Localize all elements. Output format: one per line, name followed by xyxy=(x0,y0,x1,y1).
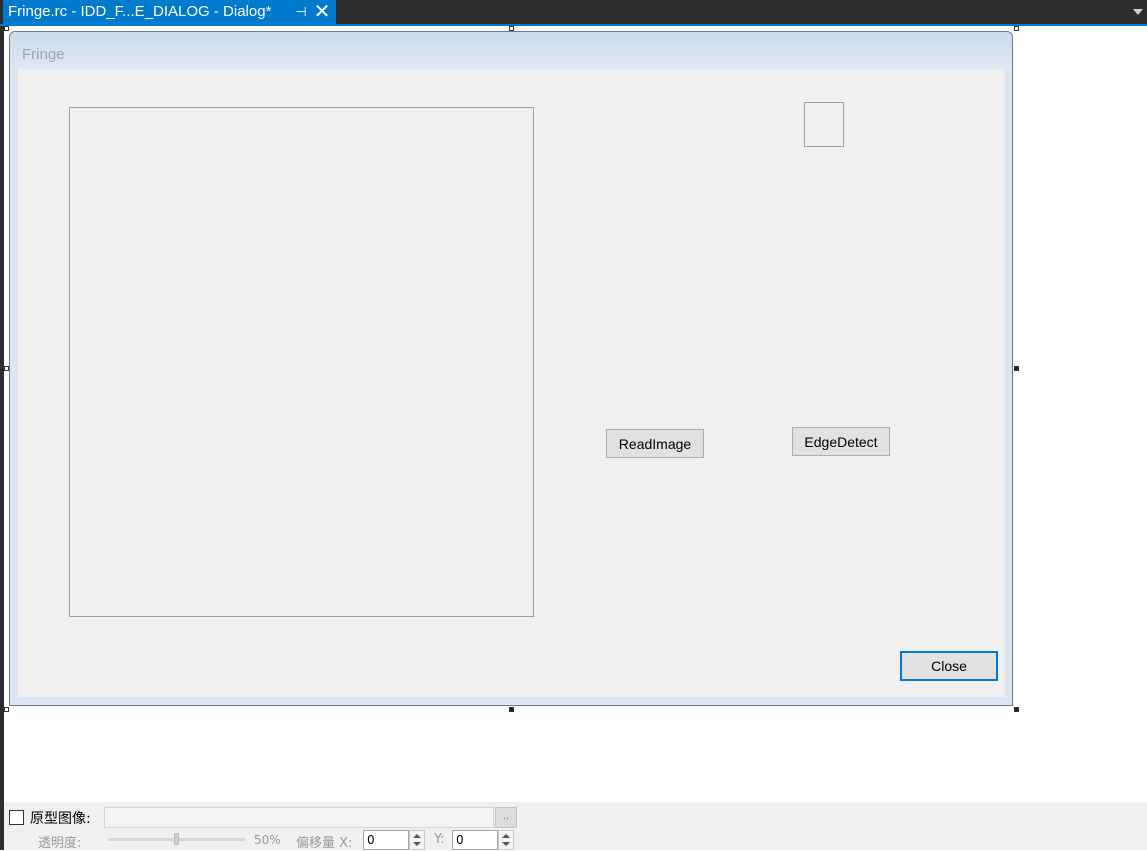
resize-handle-bottom-right[interactable] xyxy=(1014,707,1019,712)
resize-handle-bottom-left[interactable] xyxy=(4,707,9,712)
spin-up-icon[interactable] xyxy=(502,834,510,838)
resize-handle-bottom[interactable] xyxy=(509,707,514,712)
close-button[interactable]: Close xyxy=(900,651,998,681)
tab-strip-accent xyxy=(0,24,1147,26)
opacity-value: 50% xyxy=(254,833,281,847)
spin-up-icon[interactable] xyxy=(413,834,421,838)
offset-x-spinner[interactable] xyxy=(409,830,425,850)
browse-button[interactable]: .. xyxy=(495,807,517,828)
document-tab-title: Fringe.rc - IDD_F...E_DIALOG - Dialog* xyxy=(8,3,272,20)
pin-icon[interactable]: ⊣ xyxy=(292,0,310,24)
dialog-titlebar: Fringe xyxy=(10,32,1012,69)
editor-left-edge xyxy=(0,26,4,850)
document-tab-strip: Fringe.rc - IDD_F...E_DIALOG - Dialog* ⊣… xyxy=(0,0,1147,26)
tab-dropdown-icon[interactable] xyxy=(1133,9,1143,15)
read-image-button[interactable]: ReadImage xyxy=(606,429,704,458)
dialog-window[interactable]: Fringe ReadImage EdgeDetect Close xyxy=(9,31,1013,706)
opacity-label: 透明度: xyxy=(38,836,82,851)
prototype-image-bar: 原型图像: .. 透明度: 50% 偏移量 X: 0 Y: 0 xyxy=(4,802,1147,851)
offset-y-input[interactable]: 0 xyxy=(452,830,498,850)
offset-x-label: 偏移量 X: xyxy=(296,836,353,851)
prototype-image-label: 原型图像: xyxy=(30,811,91,827)
resize-handle-top-left[interactable] xyxy=(4,26,9,31)
small-picture-control[interactable] xyxy=(804,102,844,147)
close-tab-icon[interactable]: ✕ xyxy=(312,0,332,24)
offset-y-label: Y: xyxy=(434,832,445,847)
document-tab[interactable]: Fringe.rc - IDD_F...E_DIALOG - Dialog* ⊣… xyxy=(3,0,336,26)
resize-handle-right[interactable] xyxy=(1014,366,1019,371)
prototype-image-checkbox[interactable] xyxy=(9,810,24,825)
dialog-title: Fringe xyxy=(22,46,65,63)
spin-down-icon[interactable] xyxy=(502,842,510,846)
offset-x-input[interactable]: 0 xyxy=(363,830,409,850)
picture-control[interactable] xyxy=(69,107,534,617)
opacity-slider-thumb[interactable] xyxy=(174,833,179,845)
edge-detect-button[interactable]: EdgeDetect xyxy=(792,427,890,456)
offset-y-spinner[interactable] xyxy=(498,830,514,850)
prototype-image-path-field[interactable] xyxy=(104,807,494,828)
dialog-client-area[interactable]: ReadImage EdgeDetect Close xyxy=(18,69,1005,697)
resize-handle-top-right[interactable] xyxy=(1014,26,1019,31)
spin-down-icon[interactable] xyxy=(413,842,421,846)
